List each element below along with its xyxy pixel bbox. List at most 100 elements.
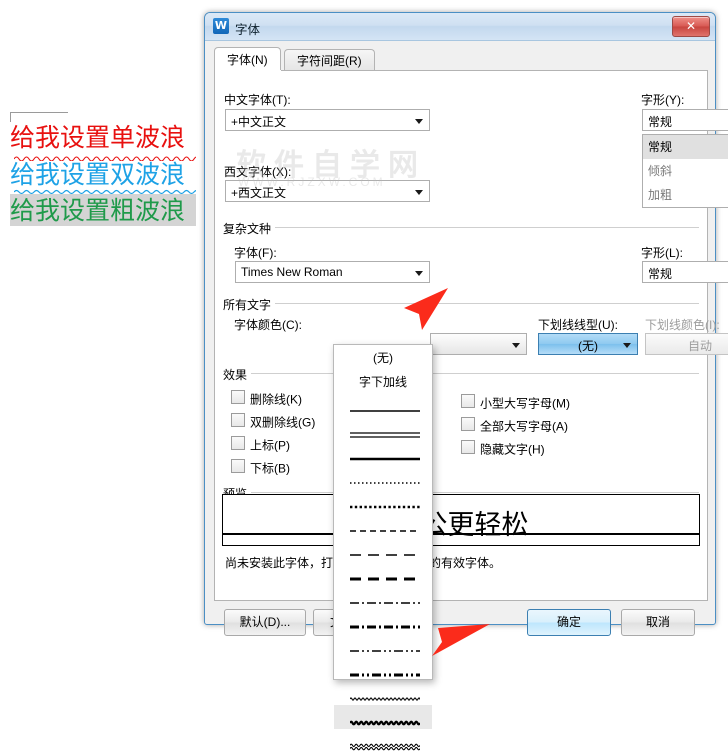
chevron-down-icon xyxy=(415,119,423,124)
tab-active-join xyxy=(215,70,281,72)
checkbox-hidden-text[interactable]: 隐藏文字(H) xyxy=(461,440,545,457)
underline-option-10[interactable] xyxy=(334,585,432,609)
group-complex-script-label: 复杂文种 xyxy=(223,220,276,237)
checkbox-label: 删除线(K) xyxy=(250,392,302,407)
checkbox-double-strikethrough[interactable]: 双删除线(G) xyxy=(231,413,315,430)
checkbox-label: 上标(P) xyxy=(250,438,290,453)
underline-sample-点划线 xyxy=(350,602,420,604)
western-font-combo[interactable]: +西文正文 xyxy=(225,180,430,202)
label-cs-style: 字形(L): xyxy=(641,246,684,260)
underline-option-7[interactable] xyxy=(334,513,432,537)
underline-sample-细虚线 xyxy=(350,530,420,532)
checkbox-box xyxy=(231,413,245,427)
font-color-combo[interactable] xyxy=(430,333,527,355)
checkbox-label: 隐藏文字(H) xyxy=(480,442,545,457)
doc-line-2-text: 给我设置双波浪 xyxy=(10,160,186,189)
font-style-option-0[interactable]: 常规 xyxy=(643,135,728,159)
checkbox-superscript[interactable]: 上标(P) xyxy=(231,436,290,453)
label-underline-color: 下划线颜色(I): xyxy=(645,318,720,332)
group-all-text-label: 所有文字 xyxy=(223,296,276,313)
checkbox-small-caps[interactable]: 小型大写字母(M) xyxy=(461,394,570,411)
underline-color-combo: 自动 xyxy=(645,333,728,355)
group-rule xyxy=(223,303,699,304)
underline-sample-粗双点划线 xyxy=(350,673,420,677)
close-icon[interactable]: ✕ xyxy=(672,16,710,37)
underline-sample-粗长虚线 xyxy=(350,577,420,581)
checkbox-box xyxy=(231,436,245,450)
font-style-option-2[interactable]: 加粗 xyxy=(643,183,728,207)
underline-sample-细点线 xyxy=(350,482,420,484)
underline-option-0[interactable]: (无) xyxy=(334,345,432,369)
font-style-value: 常规 xyxy=(648,115,673,129)
checkbox-subscript[interactable]: 下标(B) xyxy=(231,459,290,476)
chevron-down-icon xyxy=(512,343,520,348)
checkbox-strikethrough[interactable]: 删除线(K) xyxy=(231,390,302,407)
underline-option-5[interactable] xyxy=(334,465,432,489)
underline-sample-单线 xyxy=(350,410,420,412)
checkbox-label: 全部大写字母(A) xyxy=(480,419,568,434)
chinese-font-value: +中文正文 xyxy=(231,115,287,129)
underline-option-6[interactable] xyxy=(334,489,432,513)
font-style-option-1[interactable]: 倾斜 xyxy=(643,159,728,183)
group-rule xyxy=(223,492,699,493)
checkbox-label: 双删除线(G) xyxy=(250,415,316,430)
label-cs-font: 字体(F): xyxy=(234,246,277,260)
cs-font-combo[interactable]: Times New Roman xyxy=(235,261,430,283)
default-button[interactable]: 默认(D)... xyxy=(224,609,306,636)
checkbox-box xyxy=(461,440,475,454)
chevron-down-icon xyxy=(415,190,423,195)
tab-strip: 字体(N) 字符间距(R) xyxy=(214,47,375,72)
underline-style-combo[interactable]: (无) xyxy=(538,333,638,355)
underline-option-9[interactable] xyxy=(334,561,432,585)
page-edge-horizontal xyxy=(10,112,68,113)
label-font-style: 字形(Y): xyxy=(641,93,685,107)
ok-button[interactable]: 确定 xyxy=(527,609,611,636)
underline-option-2[interactable] xyxy=(334,393,432,417)
checkbox-label: 小型大写字母(M) xyxy=(480,396,570,411)
doc-line-1-text: 给我设置单波浪 xyxy=(10,123,186,152)
checkbox-box xyxy=(461,394,475,408)
underline-option-3[interactable] xyxy=(334,417,432,441)
underline-option-4[interactable] xyxy=(334,441,432,465)
doc-line-3: 给我设置粗波浪 xyxy=(10,196,185,226)
underline-sample-双点划线 xyxy=(350,650,420,652)
label-underline-style: 下划线线型(U): xyxy=(538,318,618,332)
underline-sample-粗波浪线 xyxy=(350,720,420,726)
preview-text: 办公更轻松 xyxy=(393,510,529,541)
chevron-down-icon xyxy=(623,343,631,348)
tab-font[interactable]: 字体(N) xyxy=(214,47,281,72)
annotation-arrow-top-icon xyxy=(404,288,448,330)
cancel-button[interactable]: 取消 xyxy=(621,609,695,636)
underline-option-8[interactable] xyxy=(334,537,432,561)
chevron-down-icon xyxy=(415,271,423,276)
cs-style-value: 常规 xyxy=(648,267,673,281)
underline-option-14[interactable] xyxy=(334,681,432,705)
underline-sample-双波浪线 xyxy=(350,743,420,751)
group-effects-label: 效果 xyxy=(223,366,252,383)
preview-box: 办公更轻松 xyxy=(222,494,700,546)
underline-option-16[interactable] xyxy=(334,729,432,753)
dialog-title: 字体 xyxy=(235,23,261,37)
group-rule xyxy=(223,227,699,228)
underline-sample-粗线 xyxy=(350,457,420,461)
underline-sample-长虚线 xyxy=(350,554,420,556)
cs-font-value: Times New Roman xyxy=(241,265,343,279)
western-font-value: +西文正文 xyxy=(231,186,287,200)
checkbox-all-caps[interactable]: 全部大写字母(A) xyxy=(461,417,568,434)
chinese-font-combo[interactable]: +中文正文 xyxy=(225,109,430,131)
doc-line-1: 给我设置单波浪 xyxy=(10,123,185,153)
underline-sample-粗点线 xyxy=(350,505,420,509)
underline-sample-粗点划线 xyxy=(350,625,420,629)
underline-color-value: 自动 xyxy=(687,339,712,353)
font-style-input[interactable]: 常规 xyxy=(642,109,728,131)
underline-option-1[interactable]: 字下加线 xyxy=(334,369,432,393)
cs-style-combo[interactable]: 常规 xyxy=(642,261,728,283)
tab-character-spacing[interactable]: 字符间距(R) xyxy=(284,49,375,72)
group-rule xyxy=(223,373,699,374)
font-style-listbox[interactable]: 常规 倾斜 加粗 xyxy=(642,134,728,208)
underline-option-15[interactable] xyxy=(334,705,432,729)
doc-line-2: 给我设置双波浪 xyxy=(10,160,185,190)
checkbox-box xyxy=(231,390,245,404)
doc-line-3-text: 给我设置粗波浪 xyxy=(10,196,186,225)
document-right-margin xyxy=(196,0,204,705)
